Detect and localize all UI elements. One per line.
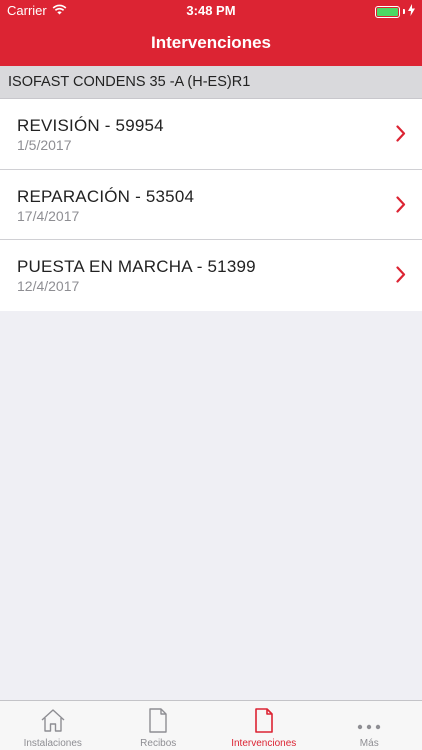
intervention-title: REPARACIÓN - 53504 <box>17 186 195 206</box>
intervention-date: 1/5/2017 <box>17 137 72 153</box>
status-bar: Carrier 3:48 PM <box>0 0 422 22</box>
chevron-right-icon <box>396 125 406 147</box>
list-item[interactable]: REPARACIÓN - 53504 17/4/2017 <box>0 169 422 240</box>
interventions-list: REVISIÓN - 59954 1/5/2017 REPARACIÓN - 5… <box>0 99 422 311</box>
document-icon <box>254 708 274 738</box>
status-time: 3:48 PM <box>186 3 236 18</box>
intervention-title: REVISIÓN - 59954 <box>17 116 164 135</box>
tab-recibos[interactable]: Recibos <box>106 701 212 750</box>
tab-label: Intervenciones <box>231 738 297 749</box>
status-right <box>375 4 415 19</box>
intervention-date: 17/4/2017 <box>17 207 80 224</box>
chevron-right-icon <box>396 195 406 218</box>
intervention-title: PUESTA EN MARCHA - 51399 <box>17 257 256 276</box>
battery-icon <box>375 5 400 18</box>
chevron-right-icon <box>396 266 406 288</box>
list-item[interactable]: PUESTA EN MARCHA - 51399 12/4/2017 <box>0 240 422 311</box>
more-dots-icon <box>357 717 381 735</box>
tab-label: Instalaciones <box>23 738 82 749</box>
battery-cap <box>403 9 405 14</box>
tab-bar: Instalaciones Recibos Intervenciones Más <box>0 700 422 750</box>
tab-intervenciones[interactable]: Intervenciones <box>211 701 317 750</box>
tab-label: Recibos <box>140 738 177 749</box>
home-icon <box>40 708 66 737</box>
list-item[interactable]: REVISIÓN - 59954 1/5/2017 <box>0 99 422 170</box>
page-title: Intervenciones <box>151 33 271 52</box>
tab-instalaciones[interactable]: Instalaciones <box>0 701 106 750</box>
tab-mas[interactable]: Más <box>317 701 422 750</box>
installation-name-header: ISOFAST CONDENS 35 -A (H-ES)R1 <box>0 66 422 99</box>
charging-icon <box>408 4 415 19</box>
app-header: Carrier 3:48 PM Intervenciones <box>0 0 422 66</box>
intervention-date: 12/4/2017 <box>17 278 80 294</box>
tab-label: Más <box>359 738 379 749</box>
document-icon <box>148 708 168 738</box>
